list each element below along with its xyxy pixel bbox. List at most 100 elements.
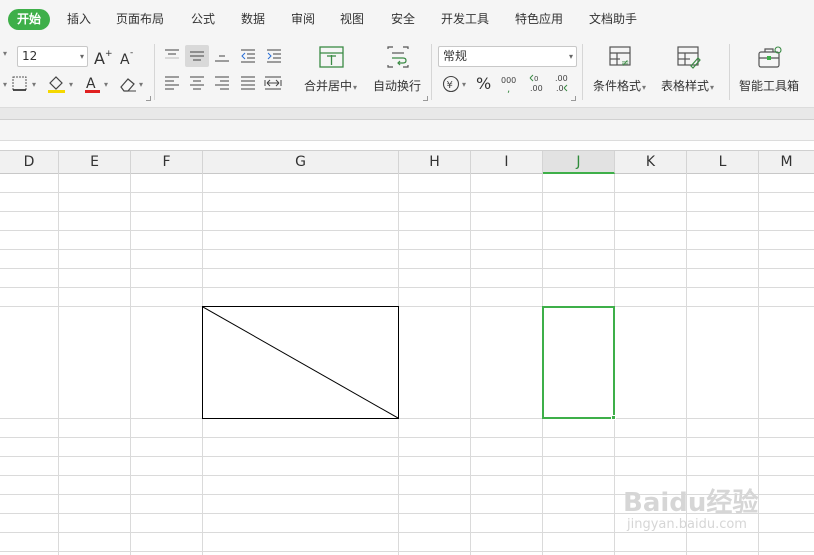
tab-view[interactable]: 视图 <box>340 9 364 30</box>
decrease-indent-icon[interactable] <box>240 48 256 64</box>
watermark-logo: Baidu经验 <box>623 488 759 518</box>
thousands-separator-icon[interactable]: 000 , <box>500 74 522 94</box>
justify-icon[interactable] <box>240 75 256 91</box>
ribbon-collapse-bar <box>0 108 814 120</box>
gridline <box>0 211 814 212</box>
alignment-group-launcher[interactable] <box>423 96 428 101</box>
border-dropdown-arrow[interactable]: ▾ <box>32 80 36 89</box>
currency-dropdown-arrow[interactable]: ▾ <box>462 80 466 89</box>
divider <box>582 44 583 100</box>
align-center-icon[interactable] <box>189 75 205 91</box>
table-style-button[interactable]: 表格样式▾ <box>661 77 714 94</box>
gridline <box>0 551 814 552</box>
tab-home[interactable]: 开始 <box>8 9 51 30</box>
decrease-decimal-icon[interactable]: .00 .0 <box>554 73 574 95</box>
column-header-m[interactable]: M <box>759 151 814 174</box>
tab-page-layout[interactable]: 页面布局 <box>116 9 164 30</box>
toolbox-icon[interactable] <box>756 45 784 71</box>
fill-color-icon[interactable] <box>46 74 68 94</box>
font-group-launcher[interactable] <box>146 96 151 101</box>
fill-color-dropdown-arrow[interactable]: ▾ <box>69 80 73 89</box>
increase-font-icon[interactable]: A + <box>93 47 113 67</box>
svg-text:≠: ≠ <box>621 58 629 69</box>
diagonal-line <box>203 307 398 418</box>
divider <box>729 44 730 100</box>
column-header-d[interactable]: D <box>0 151 59 174</box>
chevron-down-icon: ▾ <box>710 83 715 92</box>
align-left-icon[interactable] <box>164 75 180 91</box>
fill-options-arrow[interactable]: ▾ <box>3 80 7 89</box>
distributed-align-icon[interactable] <box>264 75 282 91</box>
gridline <box>0 532 814 533</box>
table-style-label: 表格样式 <box>661 79 710 93</box>
ribbon: ▾ 12 ▾ A + A - ▾ ▾ ▾ A ▾ ▾ 合并居中▾ 自动换行 常规… <box>0 38 814 108</box>
number-format-combo[interactable]: 常规 ▾ <box>438 46 577 67</box>
font-color-dropdown-arrow[interactable]: ▾ <box>104 80 108 89</box>
column-header-h[interactable]: H <box>399 151 471 174</box>
tab-developer[interactable]: 开发工具 <box>441 9 489 30</box>
formula-bar[interactable] <box>0 120 814 141</box>
align-right-icon[interactable] <box>214 75 230 91</box>
fill-handle[interactable] <box>611 415 616 420</box>
gridline <box>130 174 131 555</box>
column-header-row: D E F G H I J K L M <box>0 150 814 174</box>
border-icon[interactable] <box>11 75 31 93</box>
merge-center-button[interactable]: 合并居中▾ <box>304 77 357 94</box>
tab-doc-assistant[interactable]: 文档助手 <box>589 9 637 30</box>
conditional-format-icon[interactable]: ≠ <box>608 45 634 71</box>
column-header-k[interactable]: K <box>615 151 687 174</box>
selected-cell-j[interactable] <box>542 306 615 419</box>
decrease-font-icon[interactable]: A - <box>119 47 139 67</box>
column-header-i[interactable]: I <box>471 151 543 174</box>
gridline <box>0 192 814 193</box>
increase-decimal-icon[interactable]: 0 .00 <box>528 73 548 95</box>
number-group-launcher[interactable] <box>571 96 576 101</box>
font-name-dropdown-arrow[interactable]: ▾ <box>3 49 7 58</box>
decrease-decimal-symbol: .0 <box>556 84 564 93</box>
tab-review[interactable]: 审阅 <box>291 9 315 30</box>
wrap-text-button[interactable]: 自动换行 <box>373 77 421 94</box>
gridline <box>0 475 814 476</box>
chevron-down-icon: ▾ <box>353 83 358 92</box>
currency-icon[interactable]: ¥ <box>442 74 462 94</box>
percent-button[interactable]: % <box>476 74 491 93</box>
conditional-format-label: 条件格式 <box>593 79 642 93</box>
merge-center-icon[interactable] <box>318 45 346 71</box>
svg-text:-: - <box>130 48 133 58</box>
column-header-j[interactable]: J <box>543 151 615 174</box>
table-style-icon[interactable] <box>676 45 702 71</box>
tab-formulas[interactable]: 公式 <box>191 9 215 30</box>
wrap-text-icon[interactable] <box>385 45 411 71</box>
align-top-icon[interactable] <box>164 48 180 64</box>
watermark-url: jingyan.baidu.com <box>627 517 747 532</box>
merge-center-label: 合并居中 <box>304 79 353 93</box>
tab-insert[interactable]: 插入 <box>67 9 91 30</box>
svg-text:,: , <box>507 84 510 94</box>
conditional-format-button[interactable]: 条件格式▾ <box>593 77 646 94</box>
diagonal-border-cell[interactable] <box>202 306 399 419</box>
column-header-l[interactable]: L <box>687 151 759 174</box>
currency-symbol: ¥ <box>447 80 453 91</box>
gridline <box>0 437 814 438</box>
font-size-value: 12 <box>22 49 38 63</box>
clear-dropdown-arrow[interactable]: ▾ <box>139 80 143 89</box>
tab-data[interactable]: 数据 <box>241 9 265 30</box>
svg-text:+: + <box>105 49 113 59</box>
column-header-f[interactable]: F <box>131 151 203 174</box>
smart-toolbox-button[interactable]: 智能工具箱 <box>739 77 799 94</box>
gridline <box>0 268 814 269</box>
divider <box>154 44 155 100</box>
gridline <box>0 418 814 419</box>
eraser-icon[interactable] <box>118 75 138 93</box>
column-header-g[interactable]: G <box>203 151 399 174</box>
gridline <box>470 174 471 555</box>
align-middle-icon[interactable] <box>189 48 205 64</box>
font-size-combo[interactable]: 12 ▾ <box>17 46 88 67</box>
align-bottom-icon[interactable] <box>214 48 230 64</box>
column-header-e[interactable]: E <box>59 151 131 174</box>
font-color-icon[interactable]: A <box>83 74 103 94</box>
tab-security[interactable]: 安全 <box>391 9 415 30</box>
number-format-value: 常规 <box>443 49 468 63</box>
increase-indent-icon[interactable] <box>266 48 282 64</box>
tab-features[interactable]: 特色应用 <box>515 9 563 30</box>
